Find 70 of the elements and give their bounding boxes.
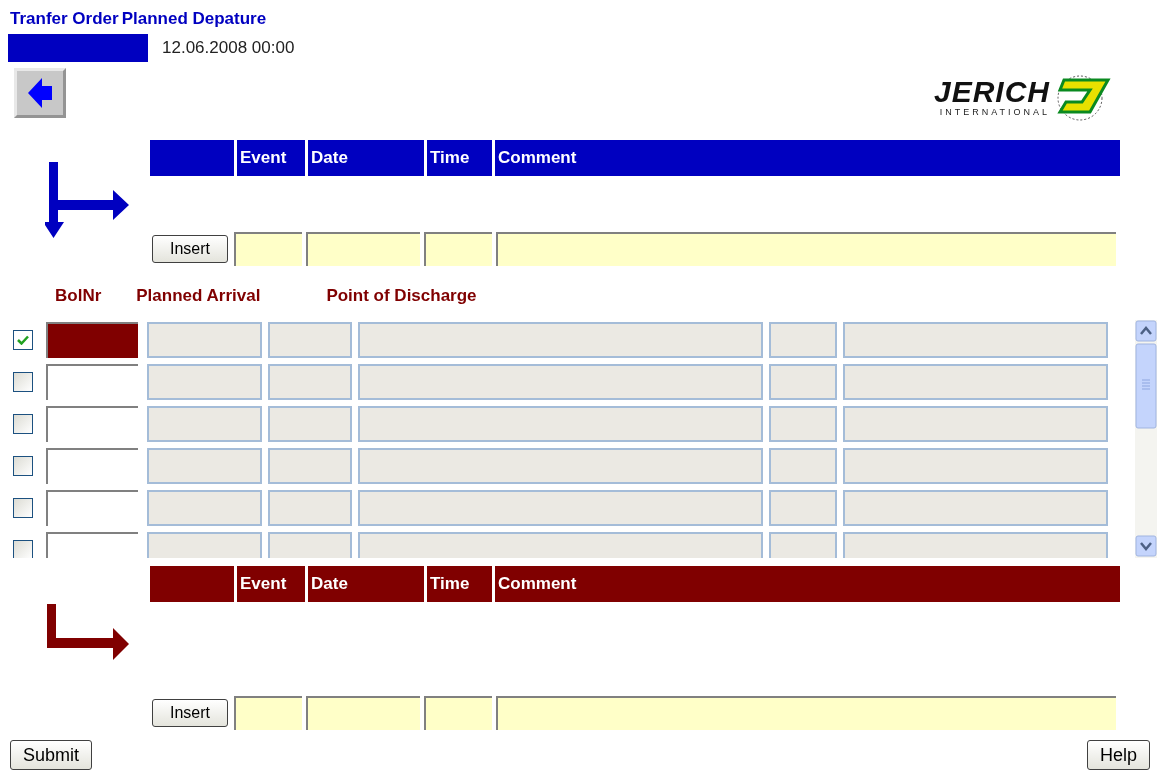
row-checkbox[interactable] [13,456,33,476]
arrival-date-field[interactable] [147,322,262,358]
discharge-field[interactable] [358,406,763,442]
column-header: Comment [495,140,1120,176]
arrival-time-field[interactable] [268,406,352,442]
comment-field[interactable] [496,232,1116,266]
column-header: Time [427,140,492,176]
grid-field[interactable] [769,532,837,558]
discharge-field[interactable] [358,490,763,526]
column-label: Planned Arrival [136,286,261,307]
row-checkbox[interactable] [13,540,33,558]
column-header: Event [237,140,305,176]
time-field[interactable] [424,232,492,266]
logo-tagline: INTERNATIONAL [939,106,1050,118]
arrival-date-field[interactable] [147,448,262,484]
arrival-date-field[interactable] [147,364,262,400]
comment-field[interactable] [496,696,1116,730]
logo-name: JERICH [933,76,1050,107]
row-checkbox[interactable] [13,372,33,392]
row-checkbox[interactable] [13,498,33,518]
arrival-time-field[interactable] [268,322,352,358]
event-field[interactable] [234,696,302,730]
time-field[interactable] [424,696,492,730]
date-field[interactable] [306,232,420,266]
bolnr-field[interactable] [46,322,138,358]
check-icon [17,335,29,345]
arrival-time-field[interactable] [268,532,352,558]
insert-button[interactable]: Insert [152,235,228,263]
page-title: Tranfer Order [10,8,119,30]
column-header: Comment [495,566,1120,602]
help-button[interactable]: Help [1086,740,1150,770]
row-checkbox[interactable] [13,330,33,350]
left-arrow-icon [26,76,54,110]
arrival-time-field[interactable] [268,364,352,400]
arrival-date-field[interactable] [147,490,262,526]
column-header: Date [308,566,424,602]
column-label: BolNr [55,286,102,307]
discharge-field[interactable] [358,532,763,558]
arrival-time-field[interactable] [268,490,352,526]
grid-field[interactable] [769,448,837,484]
scrollbar[interactable] [1135,320,1157,558]
grid-field[interactable] [843,364,1108,400]
event-field[interactable] [234,232,302,266]
back-button[interactable] [14,68,66,118]
discharge-field[interactable] [358,322,763,358]
discharge-field[interactable] [358,364,763,400]
insert-button[interactable]: Insert [152,699,228,727]
grid-field[interactable] [843,490,1108,526]
grid-field[interactable] [769,322,837,358]
date-field[interactable] [306,696,420,730]
grid-field[interactable] [843,322,1108,358]
arrival-date-field[interactable] [147,406,262,442]
column-label: Point of Discharge [326,286,477,307]
grid-field[interactable] [843,406,1108,442]
grid-field[interactable] [769,406,837,442]
arrival-time-field[interactable] [268,448,352,484]
grid-field[interactable] [843,532,1108,558]
row-checkbox[interactable] [13,414,33,434]
column-header: Event [237,566,305,602]
departure-date: 12.06.2008 00:00 [162,38,295,58]
grid-field[interactable] [769,490,837,526]
grid-field[interactable] [769,364,837,400]
page-subtitle: Planned Depature [121,8,267,30]
arrival-date-field[interactable] [147,532,262,558]
grid-field[interactable] [843,448,1108,484]
discharge-field[interactable] [358,448,763,484]
submit-button[interactable]: Submit [10,740,93,770]
down-right-arrow-icon [45,162,129,238]
column-header: Time [427,566,492,602]
column-header: Date [308,140,424,176]
